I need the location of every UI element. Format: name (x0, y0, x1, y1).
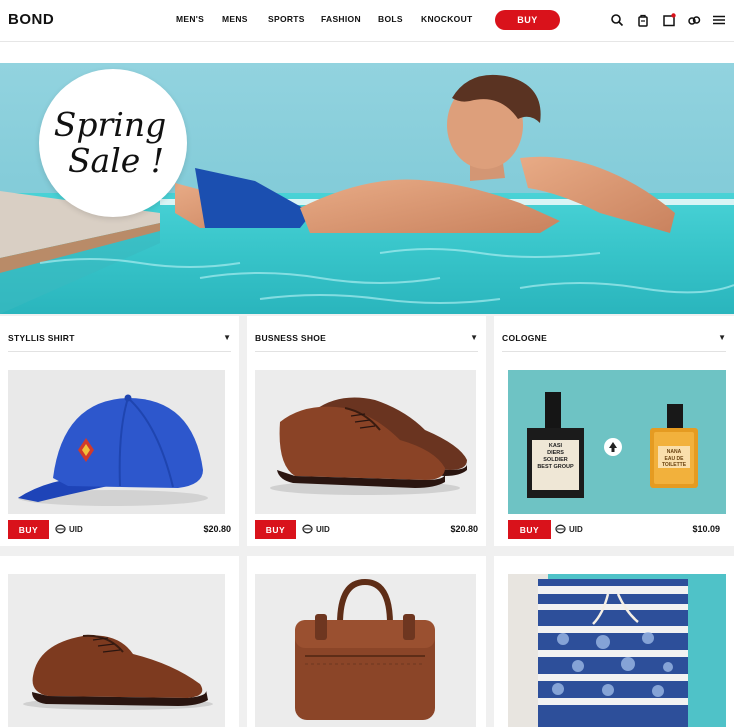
buy-button[interactable]: BUY (508, 520, 551, 539)
product-title: COLOGNE (502, 332, 548, 343)
buy-button[interactable]: BUY (8, 520, 49, 539)
product-card[interactable] (494, 556, 734, 727)
currency-label: UID (316, 524, 330, 534)
nav-item-knockout[interactable]: KNOCKOUT (421, 14, 473, 24)
product-title: STYLLIS SHIRT (8, 332, 75, 343)
currency-icon (302, 524, 313, 534)
product-image[interactable] (508, 574, 726, 727)
cologne-bottles-image (527, 392, 698, 498)
link-icon[interactable] (687, 13, 701, 27)
right-label-line: TOILETTE (661, 462, 687, 468)
chevron-down-icon[interactable]: ▼ (223, 333, 231, 342)
nav-item-bols[interactable]: BOLS (378, 14, 403, 24)
right-bottle-label: NANA EAU DE TOILETTE (658, 449, 690, 469)
search-icon[interactable] (610, 13, 624, 27)
product-footer: BUY UID $20.80 (255, 520, 478, 540)
product-dropdown[interactable]: BUSNESS SHOE ▼ (255, 324, 478, 352)
currency-selector[interactable]: UID (302, 524, 330, 534)
product-image[interactable] (255, 370, 476, 514)
spring-sale-badge[interactable]: Spring Sale ! (39, 69, 187, 217)
calendar-icon[interactable] (662, 13, 676, 27)
menu-icon[interactable] (712, 13, 726, 27)
product-price: $10.09 (692, 524, 720, 534)
nav-item-sports[interactable]: SPORTS (268, 14, 305, 24)
leather-bag-image (295, 578, 435, 720)
swim-shorts-image (508, 574, 688, 727)
bag-icon[interactable] (636, 13, 650, 27)
product-card[interactable] (247, 556, 486, 727)
site-header: BOND MEN'S MENS SPORTS FASHION BOLS KNOC… (0, 0, 734, 42)
nav-item-mens[interactable]: MENS (222, 14, 248, 24)
product-dropdown[interactable]: STYLLIS SHIRT ▼ (8, 324, 231, 352)
product-title: BUSNESS SHOE (255, 332, 327, 343)
product-card[interactable]: STYLLIS SHIRT ▼ BUY UID $20.80 (0, 316, 239, 546)
product-price: $20.80 (203, 524, 231, 534)
left-label-line: BEST GROUP (537, 464, 574, 470)
cap-image (18, 394, 208, 506)
product-card[interactable] (0, 556, 239, 727)
product-card[interactable]: BUSNESS SHOE ▼ BUY UID $20.80 (247, 316, 486, 546)
chevron-down-icon[interactable]: ▼ (470, 333, 478, 342)
nav-item-fashion[interactable]: FASHION (321, 14, 361, 24)
sale-line-1: Spring (53, 105, 167, 144)
product-image[interactable] (255, 574, 476, 727)
currency-label: UID (569, 524, 583, 534)
currency-label: UID (69, 524, 83, 534)
chevron-down-icon[interactable]: ▼ (718, 333, 726, 342)
brown-shoe-image (23, 634, 213, 710)
product-footer: BUY UID $20.80 (8, 520, 231, 540)
product-price: $20.80 (450, 524, 478, 534)
left-bottle-label: KASI DIERS SOLDIER BEST GROUP (534, 443, 577, 471)
product-card[interactable]: COLOGNE ▼ KASI DIERS SOLDIER BEST GROUP … (494, 316, 734, 546)
currency-selector[interactable]: UID (555, 524, 583, 534)
currency-icon (55, 524, 66, 534)
product-dropdown[interactable]: COLOGNE ▼ (502, 324, 726, 352)
product-image[interactable] (8, 370, 225, 514)
header-buy-button[interactable]: BUY (495, 10, 560, 30)
buy-button[interactable]: BUY (255, 520, 296, 539)
left-label-line: KASI (548, 443, 563, 449)
sale-line-2: Sale ! (67, 141, 165, 180)
currency-icon (555, 524, 566, 534)
shoe-pair-image (270, 397, 467, 495)
product-image[interactable] (8, 574, 225, 727)
currency-selector[interactable]: UID (55, 524, 83, 534)
left-label-line: SOLDIER (543, 457, 568, 463)
hero-banner[interactable]: Spring Sale ! (0, 63, 734, 314)
nav-item-mens-apostrophe[interactable]: MEN'S (176, 14, 204, 24)
left-label-line: DIERS (547, 450, 564, 456)
product-footer: BUY UID $10.09 (508, 520, 720, 540)
product-image[interactable]: KASI DIERS SOLDIER BEST GROUP NANA EAU D… (508, 370, 726, 514)
